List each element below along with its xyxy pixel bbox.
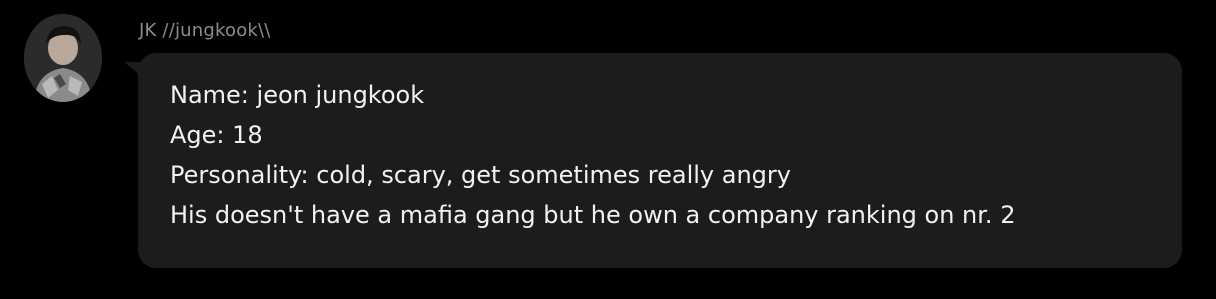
message-line-age: Age: 18 [170,121,263,149]
avatar[interactable] [24,14,102,102]
sender-name[interactable]: JK //jungkook\\ [139,20,271,41]
message-line-name: Name: jeon jungkook [170,81,425,109]
chat-message: JK //jungkook\\ Name: jeon jungkook Age:… [0,0,1216,299]
message-line-company: His doesn't have a mafia gang but he own… [170,201,1016,229]
message-line-personality: Personality: cold, scary, get sometimes … [170,161,791,189]
message-bubble: Name: jeon jungkook Age: 18 Personality:… [138,53,1182,268]
avatar-photo-icon [24,14,102,102]
